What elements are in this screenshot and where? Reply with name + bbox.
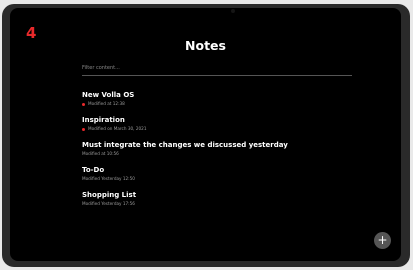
list-item[interactable]: Shopping List Modified Yesterday 17:56 xyxy=(82,190,372,215)
notes-list: New Volla OS Modified at 12:38 Inspirati… xyxy=(82,90,372,215)
list-item[interactable]: To-Do Modified Yesterday 12:50 xyxy=(82,165,372,190)
note-modified: Modified Yesterday 17:56 xyxy=(82,201,135,206)
note-title: New Volla OS xyxy=(82,91,135,99)
tablet-frame: 4 Notes New Volla OS Modified at 12:38 I… xyxy=(2,4,410,267)
note-title: Shopping List xyxy=(82,191,137,199)
page-title: Notes xyxy=(185,38,226,53)
note-modified: Modified at 12:38 xyxy=(88,101,125,106)
front-camera xyxy=(231,9,235,13)
note-title: Inspiration xyxy=(82,116,125,124)
note-modified: Modified on March 30, 2021 xyxy=(88,126,147,131)
note-modified: Modified Yesterday 12:50 xyxy=(82,176,135,181)
list-item[interactable]: New Volla OS Modified at 12:38 xyxy=(82,90,372,115)
filter-input[interactable] xyxy=(82,61,352,76)
flag-dot-icon xyxy=(82,102,85,106)
note-title: To-Do xyxy=(82,166,105,174)
add-note-button[interactable]: + xyxy=(374,232,391,249)
screen: 4 Notes New Volla OS Modified at 12:38 I… xyxy=(10,8,401,261)
list-item[interactable]: Inspiration Modified on March 30, 2021 xyxy=(82,115,372,140)
plus-icon: + xyxy=(377,233,388,247)
note-modified: Modified at 10:56 xyxy=(82,151,119,156)
note-title: Must integrate the changes we discussed … xyxy=(82,141,288,149)
list-item[interactable]: Must integrate the changes we discussed … xyxy=(82,140,372,165)
flag-dot-icon xyxy=(82,127,85,131)
